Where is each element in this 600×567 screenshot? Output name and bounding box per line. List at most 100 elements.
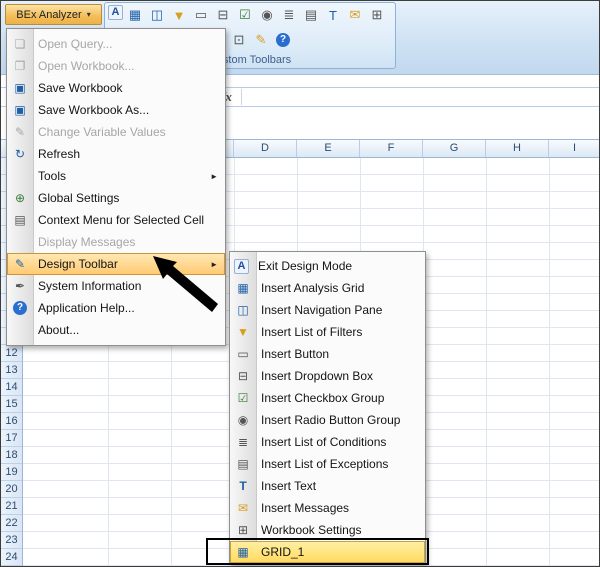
insert-button-icon: ▭: [234, 346, 252, 362]
open-query-icon: ❏: [11, 36, 29, 52]
submenu-item-label: Insert Analysis Grid: [261, 281, 364, 295]
insert-radio-button-group-icon: ◉: [234, 412, 252, 428]
submenu-item-insert-list-of-filters[interactable]: ▼ Insert List of Filters: [230, 321, 425, 343]
menu-item-tools[interactable]: Tools ►: [7, 165, 225, 187]
submenu-item-workbook-settings[interactable]: ⊞ Workbook Settings: [230, 519, 425, 541]
row-header-22[interactable]: 22: [1, 515, 22, 532]
insert-text-icon[interactable]: T: [323, 5, 343, 25]
column-header-f[interactable]: F: [360, 140, 423, 157]
row-header-15[interactable]: 15: [1, 396, 22, 413]
gridline: [486, 158, 487, 566]
submenu-item-insert-text[interactable]: T Insert Text: [230, 475, 425, 497]
pencil-icon[interactable]: ✎: [251, 30, 271, 50]
menu-item-label: Design Toolbar: [38, 257, 118, 271]
grid-1-icon: ▦: [234, 544, 252, 560]
change-variable-values-icon: ✎: [11, 124, 29, 140]
menu-item-system-information[interactable]: ✒ System Information: [7, 275, 225, 297]
insert-messages-icon[interactable]: ✉: [345, 5, 365, 25]
row-header-23[interactable]: 23: [1, 532, 22, 549]
menu-item-label: Context Menu for Selected Cell: [38, 213, 204, 227]
help-glyph: ?: [13, 301, 27, 315]
display-messages-icon: [11, 234, 29, 250]
submenu-item-label: Insert Checkbox Group: [261, 391, 384, 405]
menu-item-global-settings[interactable]: ⊕ Global Settings: [7, 187, 225, 209]
row-header-18[interactable]: 18: [1, 447, 22, 464]
workbook-settings-icon[interactable]: ⊞: [367, 5, 387, 25]
row-header-17[interactable]: 17: [1, 430, 22, 447]
insert-radio-button-group-icon[interactable]: ◉: [257, 5, 277, 25]
insert-messages-icon: ✉: [234, 500, 252, 516]
insert-navigation-pane-icon[interactable]: ◫: [147, 5, 167, 25]
menu-item-label: Tools: [38, 169, 66, 183]
insert-list-of-filters-icon: ▼: [234, 324, 252, 340]
row-header-14[interactable]: 14: [1, 379, 22, 396]
column-header-i[interactable]: I: [549, 140, 600, 157]
row-header-24[interactable]: 24: [1, 549, 22, 566]
menu-item-application-help[interactable]: ? Application Help...: [7, 297, 225, 319]
submenu-item-label: Insert List of Conditions: [261, 435, 386, 449]
menu-item-save-workbook[interactable]: ▣ Save Workbook: [7, 77, 225, 99]
column-header-d[interactable]: D: [234, 140, 297, 157]
submenu-item-insert-radio-button-group[interactable]: ◉ Insert Radio Button Group: [230, 409, 425, 431]
submenu-item-insert-analysis-grid[interactable]: ▦ Insert Analysis Grid: [230, 277, 425, 299]
submenu-item-exit-design-mode[interactable]: A Exit Design Mode: [230, 255, 425, 277]
bex-analyzer-menu-button[interactable]: BEx Analyzer ▾: [5, 4, 102, 25]
menu-item-label: System Information: [38, 279, 141, 293]
submenu-arrow-icon: ►: [210, 260, 218, 269]
column-header-g[interactable]: G: [423, 140, 486, 157]
menu-item-display-messages[interactable]: Display Messages: [7, 231, 225, 253]
menu-item-label: Refresh: [38, 147, 80, 161]
submenu-item-label: Insert List of Filters: [261, 325, 362, 339]
column-header-h[interactable]: H: [486, 140, 549, 157]
insert-navigation-pane-icon: ◫: [234, 302, 252, 318]
submenu-item-insert-messages[interactable]: ✉ Insert Messages: [230, 497, 425, 519]
about-icon: [11, 322, 29, 338]
row-header-21[interactable]: 21: [1, 498, 22, 515]
submenu-item-insert-button[interactable]: ▭ Insert Button: [230, 343, 425, 365]
insert-checkbox-group-icon[interactable]: ☑: [235, 5, 255, 25]
insert-dropdown-box-icon: ⊟: [234, 368, 252, 384]
global-settings-icon: ⊕: [11, 190, 29, 206]
submenu-item-insert-checkbox-group[interactable]: ☑ Insert Checkbox Group: [230, 387, 425, 409]
submenu-item-label: GRID_1: [261, 545, 304, 559]
submenu-item-insert-list-of-exceptions[interactable]: ▤ Insert List of Exceptions: [230, 453, 425, 475]
menu-item-label: Save Workbook: [38, 81, 123, 95]
bex-analyzer-label: BEx Analyzer: [16, 9, 81, 21]
column-header-e[interactable]: E: [297, 140, 360, 157]
design-toolbar-icon: ✎: [11, 256, 29, 272]
menu-item-label: Change Variable Values: [38, 125, 166, 139]
row-header-16[interactable]: 16: [1, 413, 22, 430]
row-header-12[interactable]: 12: [1, 345, 22, 362]
submenu-item-grid-1[interactable]: ▦ GRID_1: [230, 541, 425, 563]
row-header-19[interactable]: 19: [1, 464, 22, 481]
menu-item-context-menu-for-selected-cell[interactable]: ▤ Context Menu for Selected Cell: [7, 209, 225, 231]
submenu-item-label: Workbook Settings: [261, 523, 362, 537]
menu-item-about[interactable]: About...: [7, 319, 225, 341]
help-icon[interactable]: ?: [273, 30, 293, 50]
insert-list-of-filters-icon[interactable]: ▼: [169, 5, 189, 25]
row-header-13[interactable]: 13: [1, 362, 22, 379]
insert-button-icon[interactable]: ▭: [191, 5, 211, 25]
secondary-toolbar-icons: ⊡ ✎ ?: [229, 30, 293, 50]
menu-item-design-toolbar[interactable]: ✎ Design Toolbar ►: [7, 253, 225, 275]
insert-list-of-exceptions-icon[interactable]: ▤: [301, 5, 321, 25]
insert-list-of-conditions-icon[interactable]: ≣: [279, 5, 299, 25]
menu-item-open-query[interactable]: ❏ Open Query...: [7, 33, 225, 55]
insert-dropdown-box-icon[interactable]: ⊟: [213, 5, 233, 25]
submenu-item-label: Insert Dropdown Box: [261, 369, 373, 383]
menu-item-save-workbook-as[interactable]: ▣ Save Workbook As...: [7, 99, 225, 121]
submenu-item-insert-list-of-conditions[interactable]: ≣ Insert List of Conditions: [230, 431, 425, 453]
menu-item-change-variable-values[interactable]: ✎ Change Variable Values: [7, 121, 225, 143]
row-header-20[interactable]: 20: [1, 481, 22, 498]
insert-analysis-grid-icon[interactable]: ▦: [125, 5, 145, 25]
submenu-item-insert-navigation-pane[interactable]: ◫ Insert Navigation Pane: [230, 299, 425, 321]
submenu-item-insert-dropdown-box[interactable]: ⊟ Insert Dropdown Box: [230, 365, 425, 387]
sheet-icon[interactable]: ⊡: [229, 30, 249, 50]
insert-list-of-exceptions-icon: ▤: [234, 456, 252, 472]
exit-design-mode-icon[interactable]: A: [108, 5, 123, 20]
menu-item-open-workbook[interactable]: ❐ Open Workbook...: [7, 55, 225, 77]
insert-analysis-grid-icon: ▦: [234, 280, 252, 296]
open-workbook-icon: ❐: [11, 58, 29, 74]
menu-item-refresh[interactable]: ↻ Refresh: [7, 143, 225, 165]
save-workbook-as-icon: ▣: [11, 102, 29, 118]
